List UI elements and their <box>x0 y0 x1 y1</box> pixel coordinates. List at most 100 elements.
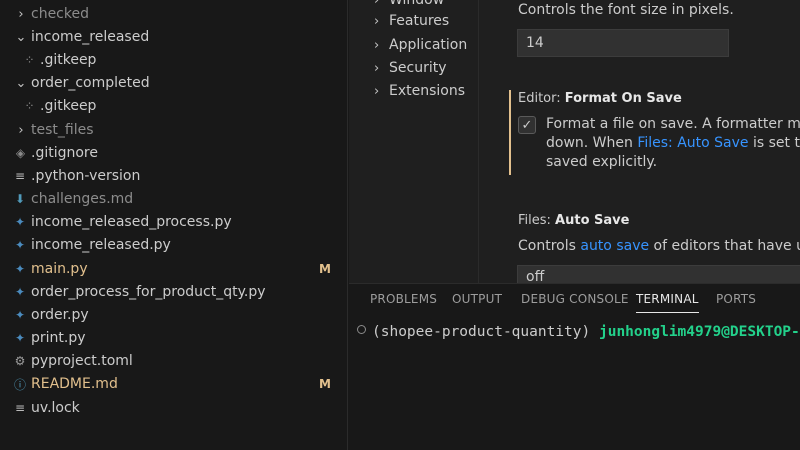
tree-item-label: order_process_for_product_qty.py <box>31 284 266 300</box>
tree-item-label: income_released <box>31 29 150 45</box>
terminal-env: (shopee-product-quantity) <box>372 324 591 340</box>
setting-name: Format On Save <box>564 91 682 106</box>
tree-item-label: print.py <box>31 330 86 346</box>
chevron-down-icon: ⌄ <box>15 75 27 91</box>
tree-item-gitkeep[interactable]: ⁘ .gitkeep <box>0 49 347 71</box>
setting-name: Auto Save <box>555 213 630 228</box>
bottom-panel: PROBLEMS OUTPUT DEBUG CONSOLE TERMINAL P… <box>349 283 800 450</box>
tab-problems[interactable]: PROBLEMS <box>370 292 437 306</box>
git-modified-badge: M <box>319 262 331 276</box>
tree-item-label: income_released.py <box>31 237 171 253</box>
toc-item-window[interactable]: › Window <box>374 0 445 8</box>
toc-item-label: Features <box>389 13 450 29</box>
tree-item-checked[interactable]: › checked <box>0 3 347 25</box>
setting-category: Files: <box>518 213 556 228</box>
files-auto-save-link[interactable]: Files: Auto Save <box>637 135 748 151</box>
tab-terminal[interactable]: TERMINAL <box>636 292 699 313</box>
font-size-input[interactable]: 14 <box>517 29 729 57</box>
tree-item-label: .gitkeep <box>40 52 97 68</box>
tree-item-readme-md[interactable]: ⓘ README.md M <box>0 373 347 395</box>
tree-item-pyproject-toml[interactable]: ⚙ pyproject.toml <box>0 350 347 372</box>
chevron-right-icon: › <box>374 83 380 99</box>
auto-save-link[interactable]: auto save <box>580 238 649 254</box>
check-icon: ✓ <box>521 117 533 133</box>
tree-item-income-released[interactable]: ⌄ income_released <box>0 26 347 48</box>
tree-item-label: .python-version <box>31 168 141 184</box>
tree-item-challenges-md[interactable]: ⬇ challenges.md <box>0 188 347 210</box>
file-dots-icon: ⁘ <box>24 53 34 67</box>
format-on-save-checkbox[interactable]: ✓ <box>518 116 536 134</box>
toc-item-label: Window <box>389 0 445 8</box>
gear-icon: ⚙ <box>14 354 26 368</box>
toc-item-label: Application <box>389 37 468 53</box>
toc-item-features[interactable]: › Features <box>374 13 450 29</box>
tree-item-order-py[interactable]: ✦ order.py <box>0 304 347 326</box>
tree-item-income-released-py[interactable]: ✦ income_released.py <box>0 234 347 256</box>
terminal-prompt[interactable]: (shopee-product-quantity) junhonglim4979… <box>357 324 800 340</box>
chevron-right-icon: › <box>18 6 24 22</box>
toc-item-security[interactable]: › Security <box>374 60 447 76</box>
chevron-right-icon: › <box>374 13 380 29</box>
setting-category: Editor: <box>518 91 565 106</box>
tree-item-order-process-py[interactable]: ✦ order_process_for_product_qty.py <box>0 281 347 303</box>
python-icon: ✦ <box>14 215 26 229</box>
tree-item-test-files[interactable]: › test_files <box>0 119 347 141</box>
auto-save-description: Controls auto save of editors that have … <box>518 237 800 256</box>
python-icon: ✦ <box>14 308 26 322</box>
settings-editor: › Window › Features › Application › Secu… <box>349 0 800 283</box>
tree-item-label: .gitignore <box>31 145 98 161</box>
desc-text: of editors that have unsave <box>653 238 800 254</box>
tab-debug-console[interactable]: DEBUG CONSOLE <box>521 292 629 306</box>
python-icon: ✦ <box>14 238 26 252</box>
auto-save-title: Files: Auto Save <box>518 213 629 228</box>
toc-item-application[interactable]: › Application <box>374 37 468 53</box>
python-icon: ✦ <box>14 331 26 345</box>
font-size-description: Controls the font size in pixels. <box>518 2 734 18</box>
auto-save-select[interactable]: off <box>517 265 800 283</box>
tree-item-gitignore[interactable]: ◈ .gitignore <box>0 142 347 164</box>
chevron-right-icon: › <box>374 60 380 76</box>
tree-item-order-completed[interactable]: ⌄ order_completed <box>0 72 347 94</box>
chevron-right-icon: › <box>374 37 380 53</box>
tab-output[interactable]: OUTPUT <box>452 292 502 306</box>
tree-item-print-py[interactable]: ✦ print.py <box>0 327 347 349</box>
desc-text: is set to <box>752 135 800 151</box>
tree-item-label: income_released_process.py <box>31 214 232 230</box>
tab-ports[interactable]: PORTS <box>716 292 756 306</box>
desc-text: Controls <box>518 238 581 254</box>
tree-item-uv-lock[interactable]: ≡ uv.lock <box>0 397 347 419</box>
command-decoration-icon <box>357 325 366 334</box>
tree-item-income-released-process-py[interactable]: ✦ income_released_process.py <box>0 211 347 233</box>
tree-item-label: order_completed <box>31 75 150 91</box>
tree-item-label: main.py <box>31 261 88 277</box>
toc-item-extensions[interactable]: › Extensions <box>374 83 465 99</box>
terminal-user: junhonglim4979@DESKTOP-EH3 <box>598 324 800 340</box>
chevron-right-icon: › <box>18 122 24 138</box>
tree-item-label: challenges.md <box>31 191 134 207</box>
tree-item-python-version[interactable]: ≡ .python-version <box>0 165 347 187</box>
desc-line: Format a file on save. A formatter must … <box>546 116 800 132</box>
tree-item-label: test_files <box>31 122 94 138</box>
lines-file-icon: ≡ <box>14 169 26 183</box>
git-modified-badge: M <box>319 377 331 391</box>
tree-item-label: order.py <box>31 307 89 323</box>
desc-line: saved explicitly. <box>546 154 658 170</box>
tree-item-label: README.md <box>31 376 118 392</box>
explorer-panel: › checked ⌄ income_released ⁘ .gitkeep ⌄… <box>0 0 348 450</box>
modified-indicator <box>509 90 511 175</box>
tree-item-gitkeep[interactable]: ⁘ .gitkeep <box>0 95 347 117</box>
tree-item-label: checked <box>31 6 89 22</box>
tree-item-label: pyproject.toml <box>31 353 133 369</box>
toc-item-label: Security <box>389 60 447 76</box>
tree-item-main-py[interactable]: ✦ main.py M <box>0 258 347 280</box>
tree-item-label: .gitkeep <box>40 98 97 114</box>
chevron-down-icon: ⌄ <box>15 29 27 45</box>
lines-file-icon: ≡ <box>14 401 26 415</box>
python-icon: ✦ <box>14 285 26 299</box>
format-on-save-description: Format a file on save. A formatter must … <box>546 115 800 172</box>
desc-line: down. When Files: Auto Save is set to af… <box>546 134 800 153</box>
chevron-right-icon: › <box>374 0 380 8</box>
download-icon: ⬇ <box>14 192 26 206</box>
file-dots-icon: ⁘ <box>24 99 34 113</box>
desc-text: down. When <box>546 135 638 151</box>
